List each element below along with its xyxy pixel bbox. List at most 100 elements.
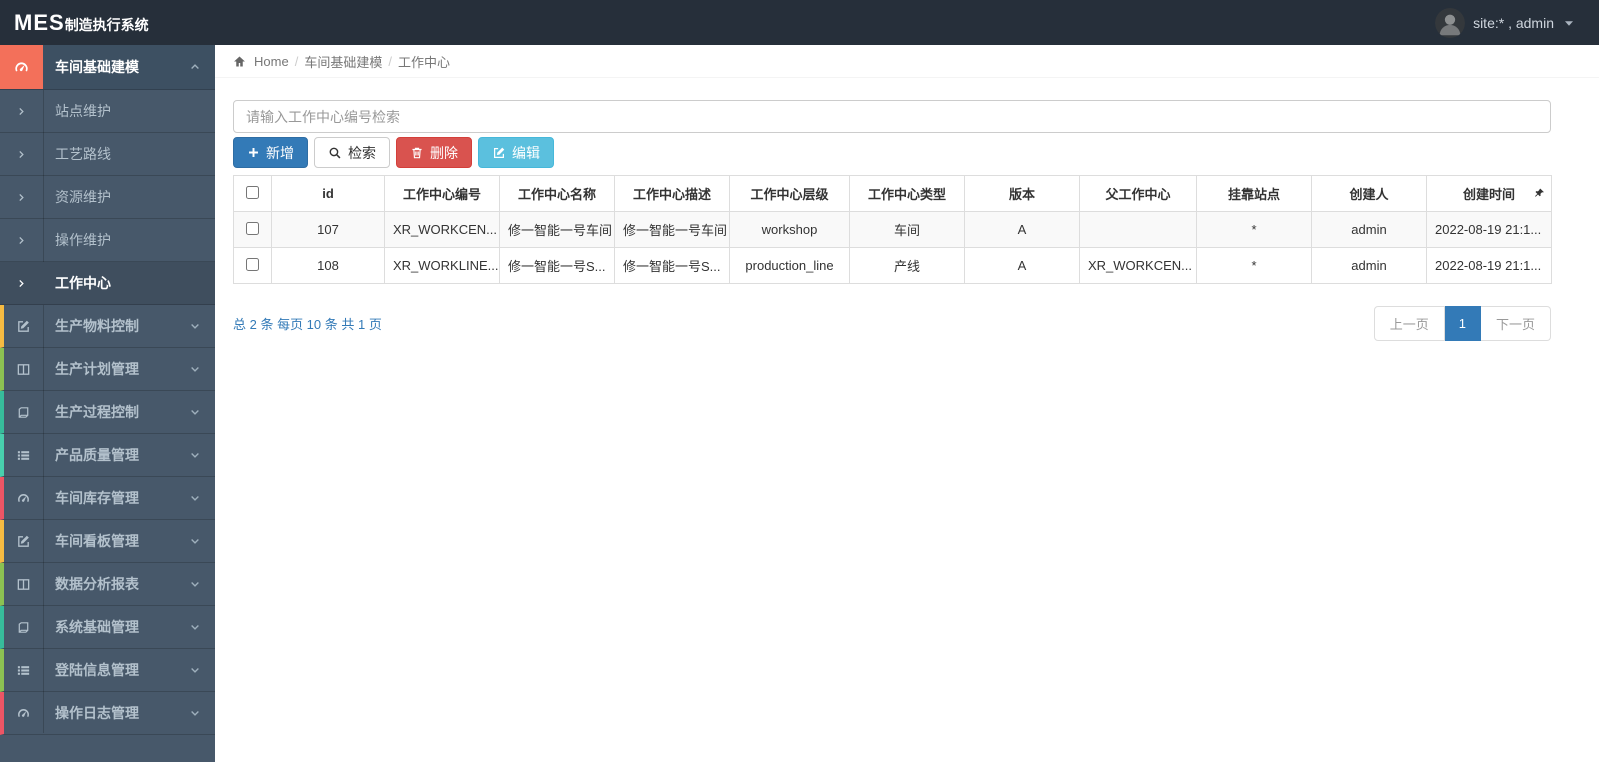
sidebar-item-label: 工作中心 — [55, 275, 111, 291]
col-header-id: id — [271, 175, 385, 212]
table-row[interactable]: 107 XR_WORKCEN... 修一智能一号车间 修一智能一号车间 work… — [233, 211, 1552, 248]
work-center-table: id 工作中心编号 工作中心名称 工作中心描述 工作中心层级 工作中心类型 版本… — [233, 175, 1552, 284]
columns-icon — [4, 362, 43, 377]
sidebar-group-label: 车间基础建模 — [55, 59, 139, 75]
sidebar-group-label: 操作日志管理 — [55, 705, 139, 721]
pencil-square-icon — [4, 534, 43, 549]
chevron-right-icon — [0, 106, 43, 117]
sidebar-group-label: 产品质量管理 — [55, 447, 139, 463]
breadcrumb-separator: / — [294, 53, 299, 69]
prev-page-button[interactable]: 上一页 — [1373, 306, 1445, 341]
row-select-cell — [233, 247, 272, 284]
select-all-checkbox[interactable] — [246, 185, 259, 199]
col-header-description: 工作中心描述 — [614, 175, 730, 212]
user-label: site:* , admin — [1473, 14, 1554, 31]
table-header-row: id 工作中心编号 工作中心名称 工作中心描述 工作中心层级 工作中心类型 版本… — [233, 175, 1552, 212]
sidebar-item-label: 工艺路线 — [55, 146, 111, 162]
delete-button[interactable]: 删除 — [396, 137, 472, 168]
search-button[interactable]: 检索 — [314, 137, 390, 168]
cell-creator: admin — [1311, 247, 1427, 284]
columns-icon — [4, 577, 43, 592]
list-icon — [4, 448, 43, 463]
chevron-down-icon — [189, 664, 201, 676]
tachometer-icon — [4, 706, 43, 721]
chevron-down-icon — [189, 621, 201, 633]
chevron-down-icon — [189, 320, 201, 332]
sidebar-group-plan-management[interactable]: 生产计划管理 — [0, 348, 215, 391]
add-button[interactable]: 新增 — [233, 137, 308, 168]
sidebar-group-system-base-management[interactable]: 系统基础管理 — [0, 606, 215, 649]
sidebar-group-label: 系统基础管理 — [55, 619, 139, 635]
search-input[interactable] — [233, 100, 1551, 133]
sidebar-item-resource-maintenance[interactable]: 资源维护 — [0, 176, 215, 219]
col-header-name: 工作中心名称 — [499, 175, 615, 212]
breadcrumb-separator: / — [388, 53, 392, 69]
cell-level: production_line — [729, 247, 850, 284]
sidebar-group-quality-management[interactable]: 产品质量管理 — [0, 434, 215, 477]
edit-button[interactable]: 编辑 — [478, 137, 554, 168]
plus-icon — [247, 146, 260, 159]
pin-icon[interactable] — [1534, 186, 1545, 201]
col-header-type: 工作中心类型 — [849, 175, 965, 212]
current-page-button[interactable]: 1 — [1444, 306, 1481, 341]
sidebar-item-work-center[interactable]: 工作中心 — [0, 262, 215, 305]
row-select-cell — [233, 211, 272, 248]
book-icon — [4, 405, 43, 420]
cell-level: workshop — [729, 211, 850, 248]
edit-button-label: 编辑 — [512, 144, 540, 161]
sidebar-item-label: 资源维护 — [55, 189, 111, 205]
sidebar-item-site-maintenance[interactable]: 站点维护 — [0, 90, 215, 133]
sidebar-item-operation-maintenance[interactable]: 操作维护 — [0, 219, 215, 262]
sidebar-group-login-info-management[interactable]: 登陆信息管理 — [0, 649, 215, 692]
row-checkbox[interactable] — [246, 221, 259, 235]
sidebar-group-label: 车间库存管理 — [55, 490, 139, 506]
breadcrumb-home[interactable]: Home — [254, 54, 289, 69]
search-icon — [328, 146, 342, 160]
delete-button-label: 删除 — [430, 144, 458, 161]
cell-code: XR_WORKCEN... — [384, 211, 500, 248]
breadcrumb: Home / 车间基础建模 / 工作中心 — [215, 45, 1599, 78]
col-header-label: 创建时间 — [1462, 187, 1515, 202]
select-all-cell — [233, 175, 272, 212]
cell-description: 修一智能一号车间 — [614, 211, 730, 248]
cell-station: * — [1196, 211, 1312, 248]
row-checkbox[interactable] — [246, 257, 259, 271]
chevron-down-icon — [189, 406, 201, 418]
cell-parent: XR_WORKCEN... — [1079, 247, 1197, 284]
cell-creator: admin — [1311, 211, 1427, 248]
cell-type: 车间 — [849, 211, 965, 248]
col-header-version: 版本 — [964, 175, 1080, 212]
sidebar-group-label: 生产计划管理 — [55, 361, 139, 377]
sidebar: 车间基础建模 站点维护 工艺路线 资源维护 操作维护 工作中心 生产物料控制 生… — [0, 45, 215, 762]
chevron-down-icon — [189, 578, 201, 590]
chevron-right-icon — [0, 235, 43, 246]
sidebar-group-inventory-management[interactable]: 车间库存管理 — [0, 477, 215, 520]
col-header-level: 工作中心层级 — [729, 175, 850, 212]
col-header-create-time: 创建时间 — [1426, 175, 1552, 212]
sidebar-item-process-route[interactable]: 工艺路线 — [0, 133, 215, 176]
cell-create-time: 2022-08-19 21:1... — [1426, 211, 1552, 248]
user-avatar — [1435, 7, 1466, 38]
cell-station: * — [1196, 247, 1312, 284]
sidebar-group-operation-log-management[interactable]: 操作日志管理 — [0, 692, 215, 735]
cell-name: 修一智能一号S... — [499, 247, 615, 284]
pagination-summary: 总 2 条 每页 10 条 共 1 页 — [233, 317, 382, 332]
chevron-up-icon — [189, 61, 201, 73]
sidebar-group-workshop-modeling[interactable]: 车间基础建模 — [0, 45, 215, 90]
cell-code: XR_WORKLINE... — [384, 247, 500, 284]
edit-icon — [492, 146, 506, 160]
chevron-down-icon — [189, 363, 201, 375]
sidebar-group-kanban-management[interactable]: 车间看板管理 — [0, 520, 215, 563]
user-menu[interactable]: site:* , admin — [1435, 7, 1574, 38]
cell-create-time: 2022-08-19 21:1... — [1426, 247, 1552, 284]
cell-version: A — [964, 247, 1080, 284]
next-page-button[interactable]: 下一页 — [1480, 306, 1551, 341]
col-header-creator: 创建人 — [1311, 175, 1427, 212]
breadcrumb-level1[interactable]: 车间基础建模 — [304, 52, 382, 71]
table-row[interactable]: 108 XR_WORKLINE... 修一智能一号S... 修一智能一号S...… — [233, 247, 1552, 284]
cell-id: 108 — [271, 247, 385, 284]
sidebar-group-process-control[interactable]: 生产过程控制 — [0, 391, 215, 434]
pagination: 上一页 1 下一页 — [1373, 306, 1551, 341]
sidebar-group-data-analysis-report[interactable]: 数据分析报表 — [0, 563, 215, 606]
sidebar-group-material-control[interactable]: 生产物料控制 — [0, 305, 215, 348]
